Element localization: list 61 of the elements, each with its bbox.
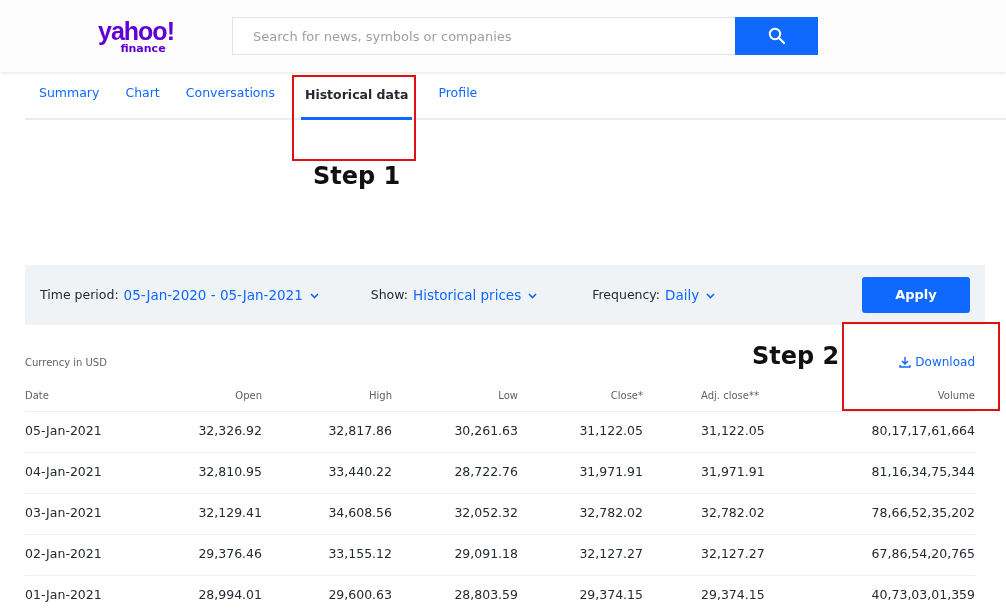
table-cell: 04-Jan-2021 bbox=[25, 452, 140, 493]
logo-brand[interactable]: yahoo! bbox=[98, 18, 174, 43]
table-cell: 31,122.05 bbox=[643, 411, 773, 452]
tab[interactable]: Profile bbox=[438, 84, 478, 118]
table-cell: 32,817.86 bbox=[262, 411, 392, 452]
column-header: High bbox=[262, 381, 392, 411]
table-cell: 28,994.01 bbox=[140, 575, 262, 614]
table-cell: 33,155.12 bbox=[262, 534, 392, 575]
table-cell: 32,052.32 bbox=[392, 493, 518, 534]
table-cell: 03-Jan-2021 bbox=[25, 493, 140, 534]
table-cell: 31,971.91 bbox=[643, 452, 773, 493]
search-field[interactable]: Search for news, symbols or companies bbox=[232, 17, 735, 55]
filter-dropdown[interactable]: 05-Jan-2020 - 05-Jan-2021 bbox=[118, 284, 319, 306]
table-cell: 29,374.15 bbox=[518, 575, 643, 614]
table-cell: 29,376.46 bbox=[140, 534, 262, 575]
table-cell: 31,122.05 bbox=[518, 411, 643, 452]
filter-dropdown[interactable]: Historical prices bbox=[408, 284, 538, 306]
table-cell: 78,66,52,35,202 bbox=[773, 493, 975, 534]
download-link[interactable]: Download bbox=[899, 353, 975, 371]
table-cell: 30,261.63 bbox=[392, 411, 518, 452]
table-cell: 67,86,54,20,765 bbox=[773, 534, 975, 575]
column-header: Volume bbox=[773, 381, 975, 411]
table-cell: 05-Jan-2021 bbox=[25, 411, 140, 452]
table-cell: 40,73,03,01,359 bbox=[773, 575, 975, 614]
table-cell: 29,091.18 bbox=[392, 534, 518, 575]
table-cell: 33,440.22 bbox=[262, 452, 392, 493]
tab[interactable]: Historical data bbox=[300, 86, 413, 120]
tab[interactable]: Conversations bbox=[185, 84, 275, 118]
filter-dropdown[interactable]: Daily bbox=[660, 284, 716, 306]
table-cell: 32,127.27 bbox=[518, 534, 643, 575]
tab[interactable]: Chart bbox=[125, 84, 160, 118]
filter-label: Frequency: bbox=[592, 285, 661, 304]
table-cell: 31,971.91 bbox=[518, 452, 643, 493]
logo-product: finance bbox=[120, 42, 166, 54]
currency-note: Currency in USD bbox=[25, 355, 107, 370]
apply-button[interactable]: Apply bbox=[862, 277, 970, 313]
column-header: Date bbox=[25, 381, 140, 411]
table-cell: 02-Jan-2021 bbox=[25, 534, 140, 575]
table-cell: 01-Jan-2021 bbox=[25, 575, 140, 614]
table-cell: 32,782.02 bbox=[518, 493, 643, 534]
table-cell: 32,782.02 bbox=[643, 493, 773, 534]
table-cell: 81,16,34,75,344 bbox=[773, 452, 975, 493]
table-cell: 32,127.27 bbox=[643, 534, 773, 575]
tab[interactable]: Summary bbox=[39, 84, 100, 118]
table-cell: 29,600.63 bbox=[262, 575, 392, 614]
filter-label: Time period: bbox=[40, 285, 119, 304]
table-cell: 32,129.41 bbox=[140, 493, 262, 534]
table-cell: 80,17,17,61,664 bbox=[773, 411, 975, 452]
table-cell: 32,810.95 bbox=[140, 452, 262, 493]
table-cell: 28,722.76 bbox=[392, 452, 518, 493]
step-label: Step 2 bbox=[752, 341, 840, 372]
table-cell: 32,326.92 bbox=[140, 411, 262, 452]
table-cell: 34,608.56 bbox=[262, 493, 392, 534]
column-header: Close* bbox=[518, 381, 643, 411]
filter-label: Show: bbox=[370, 285, 408, 304]
table-cell: 28,803.59 bbox=[392, 575, 518, 614]
table-cell: 29,374.15 bbox=[643, 575, 773, 614]
column-header: Low bbox=[392, 381, 518, 411]
step-label: Step 1 bbox=[313, 161, 401, 192]
column-header: Open bbox=[140, 381, 262, 411]
column-header: Adj. close** bbox=[643, 381, 773, 411]
